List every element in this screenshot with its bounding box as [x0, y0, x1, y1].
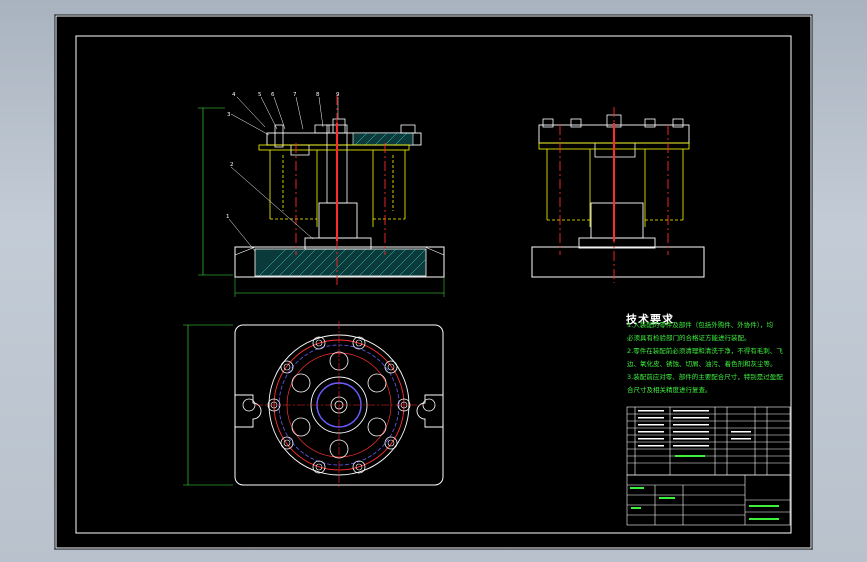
tech-requirements-line: 1.入装配的零件及部件（包括外购件、外协件），均 — [627, 321, 773, 329]
balloon-label: 3 — [227, 112, 231, 118]
top-view — [183, 321, 444, 489]
inner-frame — [75, 35, 792, 534]
title-block-marks — [630, 455, 779, 520]
cad-viewport[interactable]: 4 5 6 7 8 9 3 2 1 技术要求 1.入装配的零件及部件（包括外购件… — [55, 15, 812, 549]
tech-requirements-line: 边、氧化皮、锈蚀、切屑、油污、着色剂和灰尘等。 — [627, 360, 777, 368]
balloon-label: 5 — [258, 92, 262, 98]
balloon-label: 7 — [293, 92, 297, 98]
assembly-drawing: 4 5 6 7 8 9 3 2 1 — [55, 15, 812, 549]
front-section-view: 4 5 6 7 8 9 3 2 1 — [198, 92, 445, 297]
tech-requirements-line: 2.零件在装配前必须清理和清洗干净，不得有毛刺、飞 — [627, 347, 783, 355]
tech-requirements-line: 合尺寸及相关精度进行复查。 — [627, 386, 712, 394]
balloon-label: 4 — [232, 92, 236, 98]
balloon-label: 1 — [226, 214, 230, 220]
side-view — [531, 107, 705, 283]
balloon-label: 8 — [316, 92, 320, 98]
outer-frame — [55, 15, 812, 549]
tech-requirements-line: 必须具有检验部门的合格证方能进行装配。 — [627, 334, 751, 342]
balloon-label: 6 — [271, 92, 275, 98]
tech-requirements-line: 3.装配前应对零、部件的主要配合尺寸，特别是过盈配 — [627, 373, 783, 381]
balloon-label: 9 — [336, 92, 340, 98]
balloon-label: 2 — [230, 162, 234, 168]
